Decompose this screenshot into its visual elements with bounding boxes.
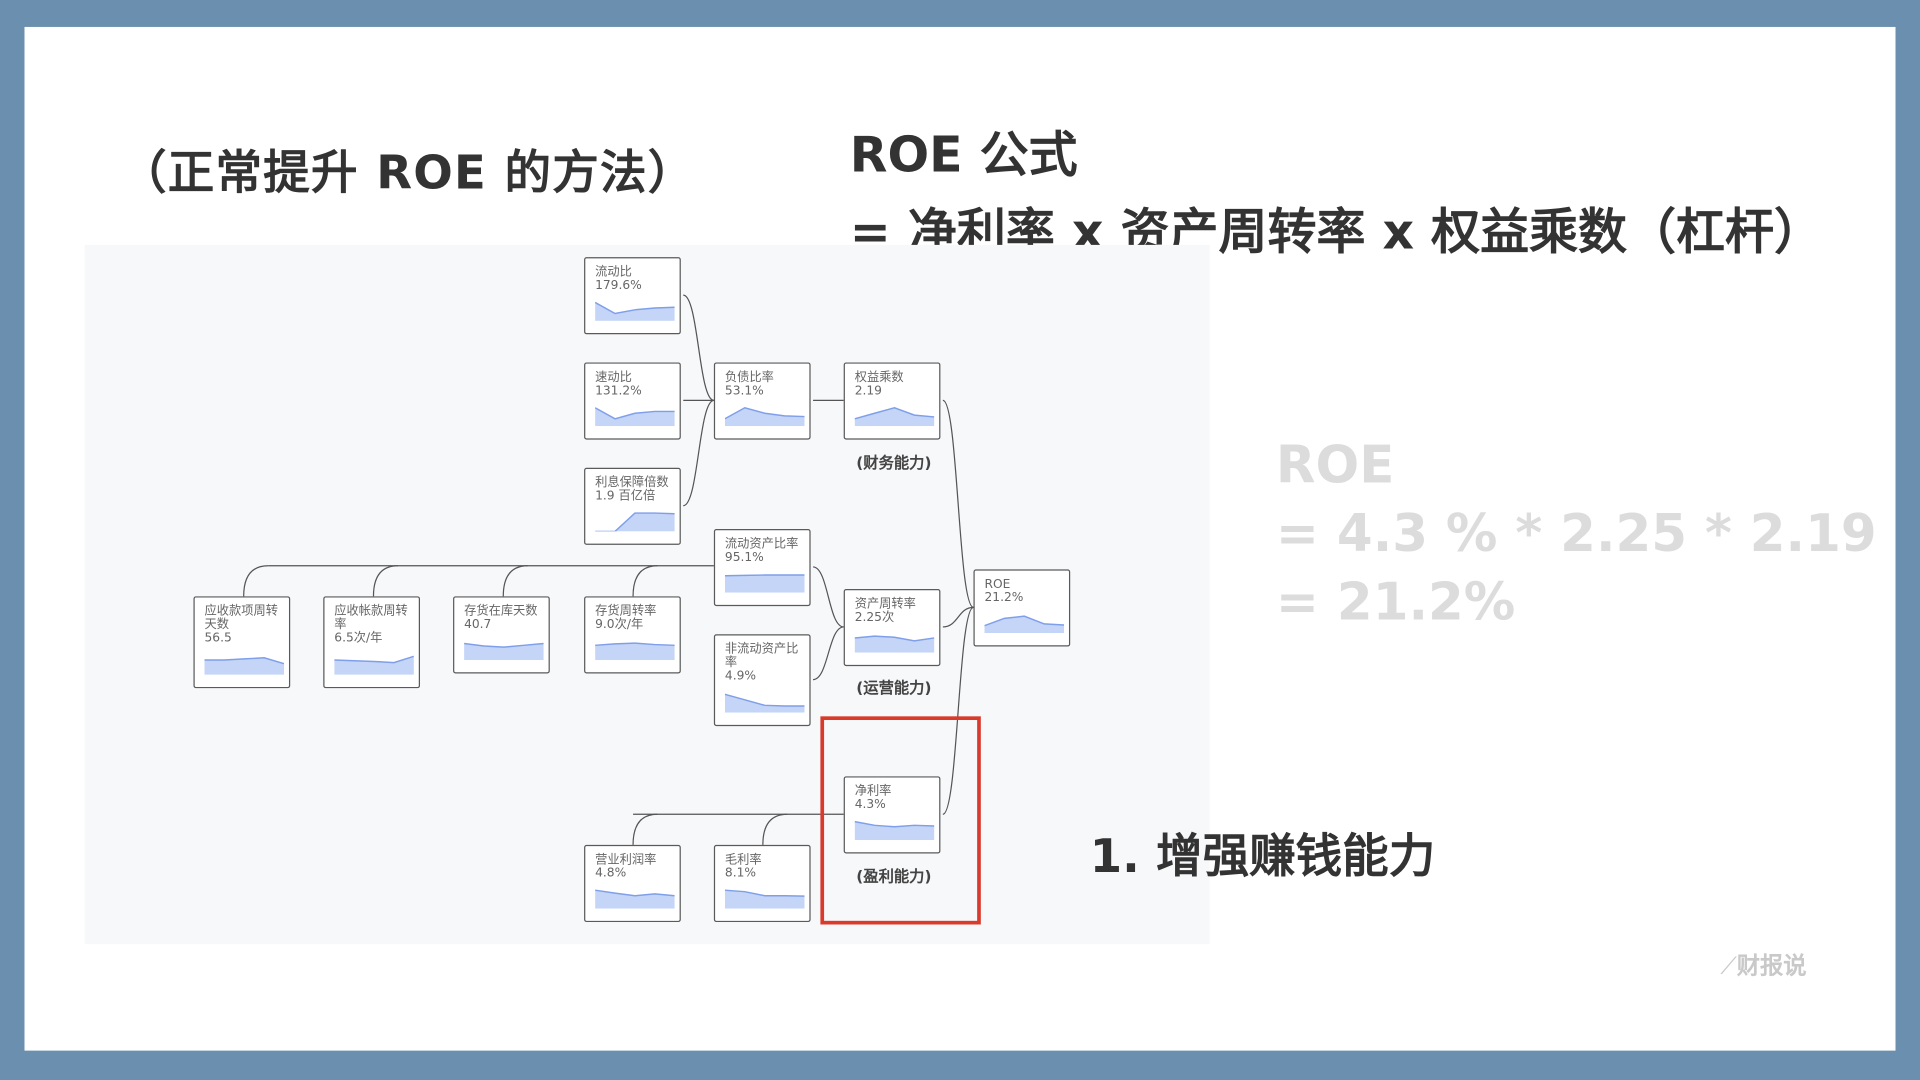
metric-node-recv-turnover[interactable]: 应收帐款周转率 6.5次/年 (323, 596, 421, 689)
sparkline-area (595, 890, 675, 909)
metric-node-quick-ratio[interactable]: 速动比 131.2% (584, 362, 681, 440)
sparkline (595, 407, 675, 427)
connector-line (372, 565, 398, 597)
sparkline (595, 642, 675, 661)
metric-label: 流动比 (595, 265, 632, 280)
metric-value: 56.5 (204, 631, 232, 646)
metric-value: 179.6% (595, 279, 642, 293)
calc-line-3: = 21.2% (1275, 571, 1516, 632)
metric-label: 流动资产比率 (724, 537, 799, 552)
metric-label: 毛利率 (724, 853, 762, 867)
sparkline-area (724, 890, 805, 909)
roe-calculation: ROE = 4.3 % * 2.25 * 2.19 = 21.2% (1276, 431, 1877, 637)
metric-label: ROE (984, 577, 1011, 592)
metric-value: 9.0次/年 (595, 618, 644, 632)
highlight-box-profit (820, 716, 981, 925)
sparkline-area (595, 513, 675, 532)
sparkline (984, 615, 1065, 634)
logo-text: 财报说 (1736, 952, 1807, 980)
metric-node-asset-turnover[interactable]: 资产周转率 2.25次 (843, 588, 941, 667)
sparkline-area (595, 407, 675, 427)
metric-value: 6.5次/年 (334, 631, 383, 646)
metric-value: 4.8% (595, 866, 627, 881)
metric-node-debt-ratio[interactable]: 负债比率 53.1% (713, 362, 811, 440)
sparkline (854, 406, 935, 427)
metric-node-equity-mult[interactable]: 权益乘数 2.19 (843, 362, 941, 440)
metric-node-gross-margin[interactable]: 毛利率 8.1% (713, 844, 811, 923)
metric-label: 速动比 (595, 371, 632, 385)
sparkline-area (595, 302, 675, 321)
sparkline-area (595, 643, 675, 661)
metric-value: 40.7 (464, 618, 492, 632)
metric-value: 53.1% (724, 384, 764, 398)
sparkline-area (724, 407, 805, 427)
connector-line (682, 399, 715, 507)
metric-value: 131.2% (595, 384, 642, 398)
connector-line (632, 565, 658, 597)
brand-logo: ⟋财报说 (1720, 948, 1806, 981)
metric-label: 应收款项周转天数 (204, 604, 278, 632)
sparkline (204, 657, 285, 675)
group-label-finance: (财务能力) (856, 453, 932, 472)
sparkline-area (854, 636, 935, 653)
connector-line (942, 606, 974, 628)
metric-node-inv-days[interactable]: 存货在库天数 40.7 (453, 596, 550, 674)
connector-line (502, 565, 528, 597)
metric-value: 4.9% (724, 669, 757, 684)
metric-label: 存货周转率 (595, 604, 657, 619)
metric-label: 存货在库天数 (464, 604, 538, 619)
metric-node-roe[interactable]: ROE 21.2% (973, 569, 1071, 647)
metric-value: 2.25次 (854, 611, 895, 625)
metric-value: 21.2% (984, 591, 1024, 605)
feather-icon: ⟋ (1720, 952, 1737, 980)
connector-line (762, 813, 788, 845)
connector-line (812, 566, 844, 628)
sparkline (464, 642, 544, 661)
sparkline (334, 655, 414, 675)
sparkline (724, 889, 805, 909)
connector-line (942, 399, 975, 608)
metric-value: 95.1% (724, 551, 764, 565)
metric-label: 资产周转率 (854, 597, 916, 612)
metric-node-inv-turnover[interactable]: 存货周转率 9.0次/年 (584, 596, 681, 674)
metric-node-op-margin[interactable]: 营业利润率 4.8% (584, 844, 681, 923)
metric-node-interest-cover[interactable]: 利息保障倍数 1.9 百亿倍 (584, 467, 681, 545)
metric-value: 2.19 (854, 384, 882, 398)
sparkline (724, 693, 805, 713)
sparkline (595, 512, 675, 532)
connector-line (812, 626, 844, 681)
calc-line-2: = 4.3 % * 2.25 * 2.19 (1275, 503, 1877, 564)
group-label-operation: (运营能力) (856, 678, 932, 697)
metric-label: 负债比率 (724, 371, 774, 385)
metric-label: 营业利润率 (595, 853, 657, 867)
metric-node-cur-asset-ratio[interactable]: 流动资产比率 95.1% (713, 528, 811, 607)
sparkline (595, 301, 675, 321)
sparkline-area (334, 656, 414, 675)
metric-node-recv-days[interactable]: 应收款项周转天数 56.5 (193, 596, 291, 689)
calc-line-1: ROE (1275, 434, 1395, 495)
sparkline-area (854, 407, 935, 427)
sparkline-area (724, 575, 805, 593)
metric-node-noncur-asset-ratio[interactable]: 非流动资产比率 4.9% (713, 634, 811, 727)
sparkline-line (724, 574, 805, 577)
connector-line (682, 294, 715, 402)
metric-node-current-ratio[interactable]: 流动比 179.6% (584, 257, 681, 335)
metric-label: 权益乘数 (854, 371, 904, 385)
sparkline (724, 574, 805, 593)
sparkline (854, 635, 935, 653)
connector-line (632, 813, 658, 845)
step-heading: 1. 增强赚钱能力 (1089, 828, 1436, 883)
sparkline (724, 406, 805, 427)
connector-line (243, 565, 269, 597)
metric-label: 应收帐款周转率 (334, 604, 408, 632)
sparkline (595, 889, 675, 909)
metric-value: 1.9 百亿倍 (595, 489, 656, 504)
sparkline-area (464, 643, 544, 661)
metric-label: 利息保障倍数 (595, 476, 669, 490)
metric-label: 非流动资产比率 (724, 642, 799, 670)
metric-value: 8.1% (724, 866, 757, 881)
